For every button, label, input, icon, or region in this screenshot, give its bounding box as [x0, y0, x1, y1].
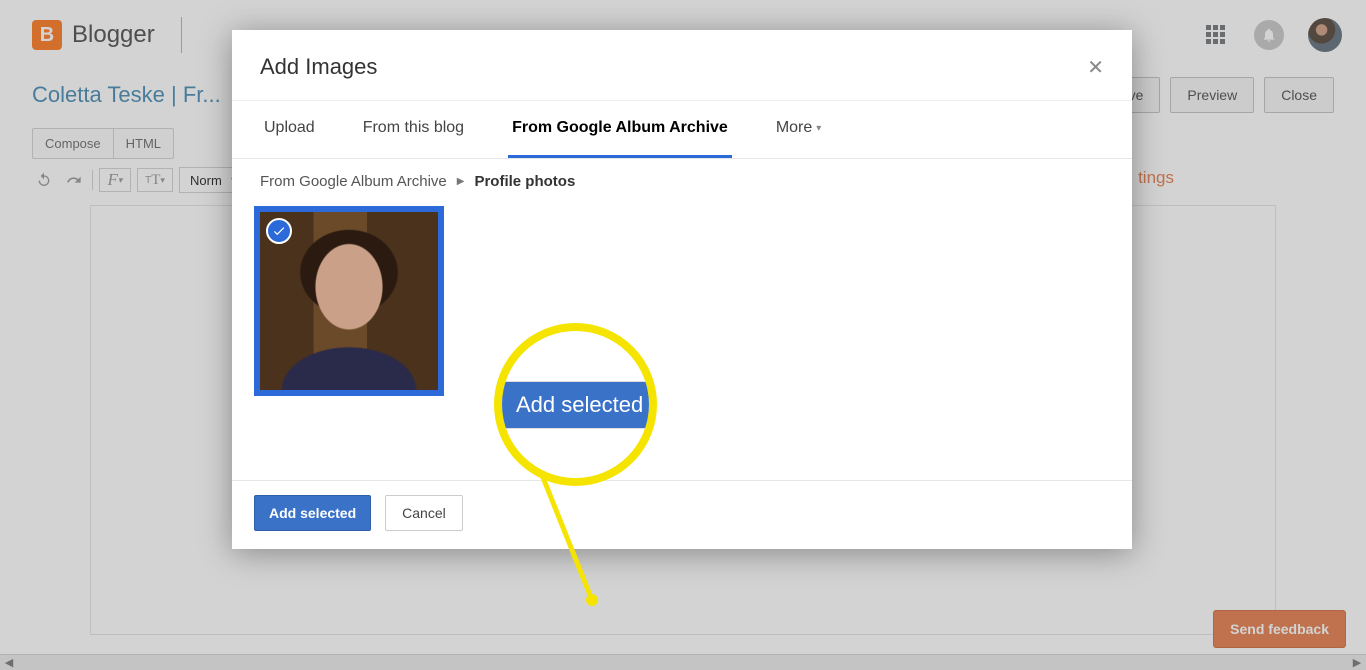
preview-button[interactable]: Preview — [1170, 77, 1254, 113]
tab-more[interactable]: More ▾ — [772, 101, 825, 158]
selected-check-icon — [266, 218, 292, 244]
font-family-dropdown[interactable]: F▾ — [99, 168, 131, 192]
add-selected-button[interactable]: Add selected — [254, 495, 371, 531]
chevron-down-icon: ▾ — [816, 123, 821, 134]
editor-mode-toggle: Compose HTML — [32, 128, 174, 159]
breadcrumb-root[interactable]: From Google Album Archive — [260, 173, 447, 190]
notifications-icon[interactable] — [1254, 20, 1284, 50]
font-size-dropdown[interactable]: TT▾ — [137, 168, 173, 192]
album-breadcrumb: From Google Album Archive ▶ Profile phot… — [232, 159, 1132, 200]
blogger-logo-text: Blogger — [72, 21, 155, 49]
tab-from-archive[interactable]: From Google Album Archive — [508, 101, 732, 158]
image-gallery — [232, 200, 1132, 480]
tab-more-label: More — [776, 119, 812, 137]
dialog-tabs: Upload From this blog From Google Album … — [232, 101, 1132, 159]
user-avatar[interactable] — [1308, 18, 1342, 52]
close-icon[interactable]: ✕ — [1087, 55, 1104, 80]
tab-upload[interactable]: Upload — [260, 101, 319, 158]
dialog-title: Add Images — [260, 54, 377, 80]
horizontal-scrollbar[interactable]: ◀ ▶ — [0, 654, 1366, 670]
tab-from-blog[interactable]: From this blog — [359, 101, 468, 158]
add-images-dialog: Add Images ✕ Upload From this blog From … — [232, 30, 1132, 549]
cancel-button[interactable]: Cancel — [385, 495, 463, 531]
dialog-footer: Add selected Cancel — [232, 480, 1132, 549]
html-tab[interactable]: HTML — [113, 129, 173, 158]
redo-icon[interactable] — [62, 168, 86, 192]
blog-title-breadcrumb[interactable]: Coletta Teske | Fr... — [32, 82, 221, 108]
undo-icon[interactable] — [32, 168, 56, 192]
header-divider — [181, 17, 182, 53]
send-feedback-button[interactable]: Send feedback — [1213, 610, 1346, 648]
chevron-right-icon: ▶ — [457, 176, 465, 187]
scroll-right-icon[interactable]: ▶ — [1350, 656, 1364, 670]
google-apps-icon[interactable] — [1206, 25, 1226, 45]
close-button[interactable]: Close — [1264, 77, 1334, 113]
image-thumbnail-selected[interactable] — [254, 206, 444, 396]
scroll-left-icon[interactable]: ◀ — [2, 656, 16, 670]
breadcrumb-leaf: Profile photos — [474, 173, 575, 190]
post-settings-link[interactable]: tings — [1138, 168, 1174, 188]
blogger-logo-icon: B — [32, 20, 62, 50]
compose-tab[interactable]: Compose — [33, 129, 113, 158]
